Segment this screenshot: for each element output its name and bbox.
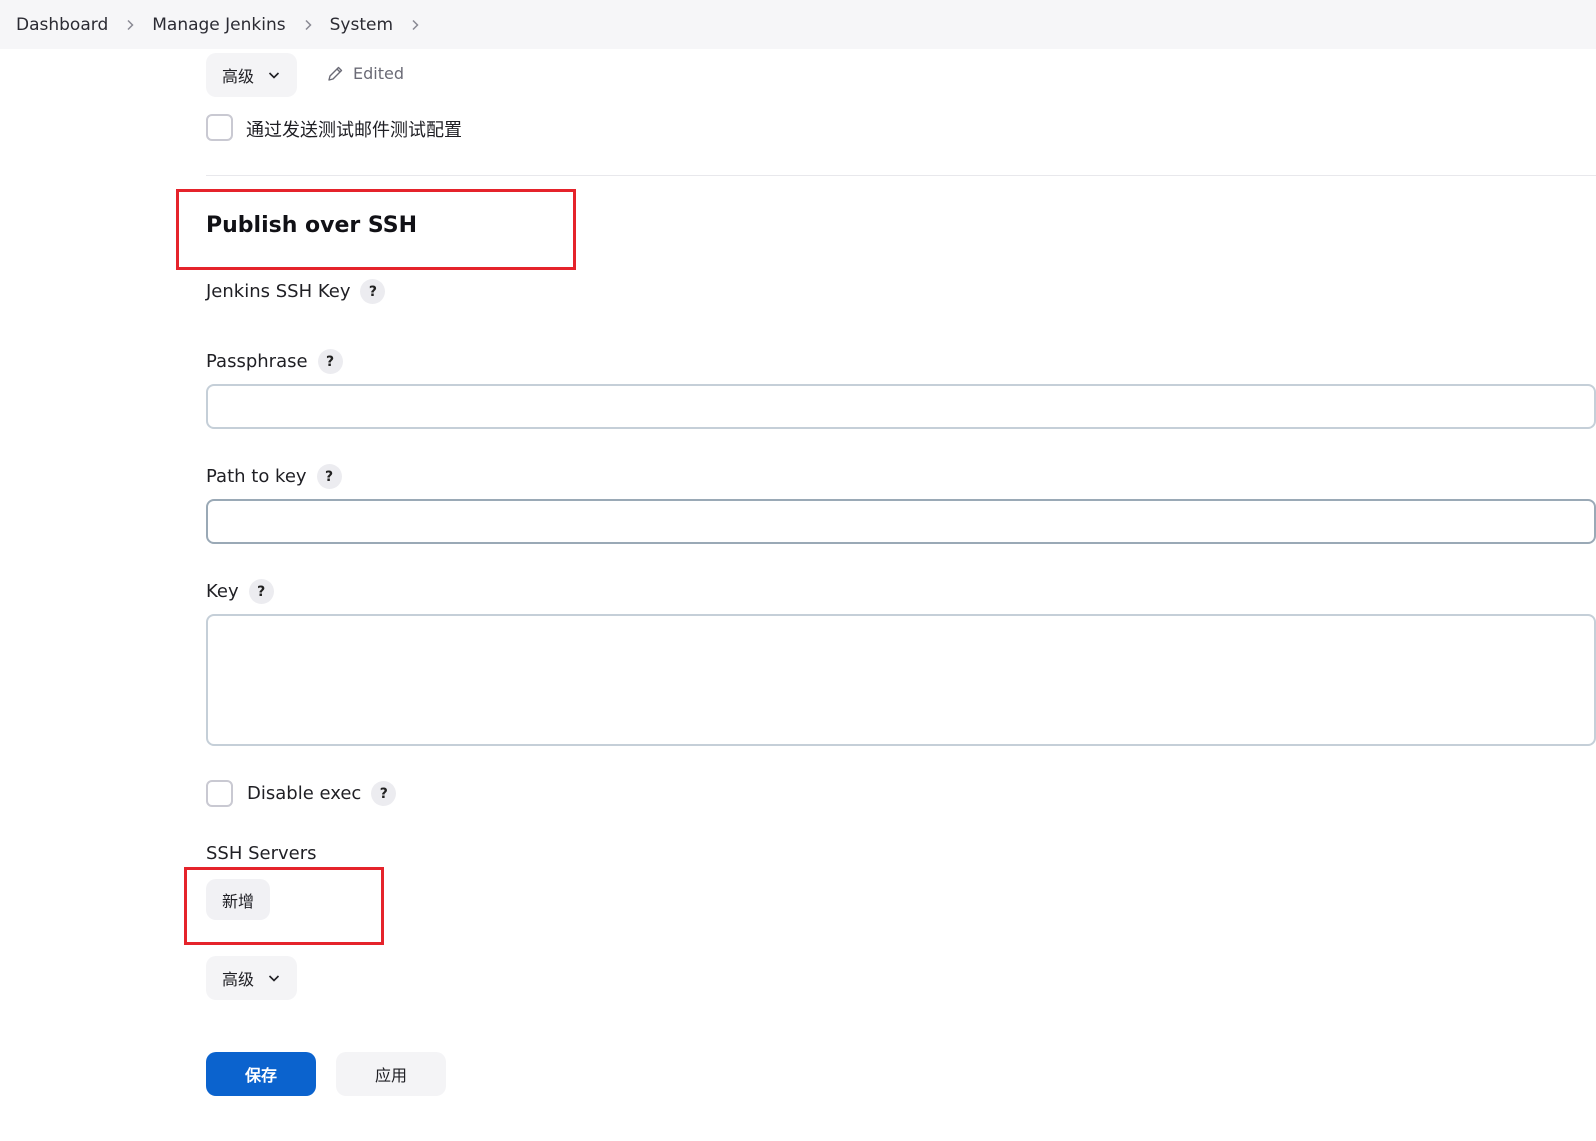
jenkins-ssh-key-label: Jenkins SSH Key xyxy=(206,281,351,302)
key-textarea[interactable] xyxy=(206,614,1596,746)
apply-button[interactable]: 应用 xyxy=(336,1052,446,1096)
test-config-checkbox[interactable] xyxy=(206,114,233,141)
chevron-right-icon xyxy=(108,19,152,31)
section-divider xyxy=(206,175,1596,176)
chevron-down-icon xyxy=(268,975,280,982)
add-server-button[interactable]: 新增 xyxy=(206,879,270,920)
ssh-advanced-button[interactable]: 高级 xyxy=(206,956,297,1000)
advanced-label: 高级 xyxy=(222,970,255,989)
path-to-key-label: Path to key xyxy=(206,466,307,487)
help-icon[interactable]: ? xyxy=(360,279,386,304)
advanced-label: 高级 xyxy=(222,67,255,86)
chevron-down-icon xyxy=(268,72,280,79)
disable-exec-label: Disable exec xyxy=(247,783,362,804)
test-config-label: 通过发送测试邮件测试配置 xyxy=(246,120,462,141)
passphrase-label: Passphrase xyxy=(206,351,308,372)
help-icon[interactable]: ? xyxy=(248,579,274,604)
breadcrumb-system[interactable]: System xyxy=(330,15,393,35)
passphrase-field: Passphrase ? xyxy=(206,349,343,374)
key-label: Key xyxy=(206,581,239,602)
passphrase-input[interactable] xyxy=(206,384,1596,429)
key-field: Key ? xyxy=(206,579,274,604)
disable-exec-field: Disable exec ? xyxy=(247,781,397,806)
pencil-icon xyxy=(328,66,343,81)
chevron-right-icon xyxy=(286,19,330,31)
advanced-button[interactable]: 高级 xyxy=(206,53,297,97)
path-to-key-input[interactable] xyxy=(206,499,1596,544)
disable-exec-checkbox[interactable] xyxy=(206,780,233,807)
help-icon[interactable]: ? xyxy=(371,781,397,806)
edited-indicator: Edited xyxy=(326,64,404,83)
jenkins-ssh-key-field: Jenkins SSH Key ? xyxy=(206,279,386,304)
breadcrumb: Dashboard Manage Jenkins System xyxy=(0,0,1596,49)
save-button[interactable]: 保存 xyxy=(206,1052,316,1096)
breadcrumb-manage-jenkins[interactable]: Manage Jenkins xyxy=(152,15,285,35)
section-title: Publish over SSH xyxy=(206,213,418,238)
chevron-right-icon[interactable] xyxy=(393,19,437,31)
help-icon[interactable]: ? xyxy=(316,464,342,489)
path-to-key-field: Path to key ? xyxy=(206,464,342,489)
breadcrumb-dashboard[interactable]: Dashboard xyxy=(16,15,108,35)
ssh-servers-label: SSH Servers xyxy=(206,843,317,864)
help-icon[interactable]: ? xyxy=(317,349,343,374)
edited-label: Edited xyxy=(353,64,404,83)
